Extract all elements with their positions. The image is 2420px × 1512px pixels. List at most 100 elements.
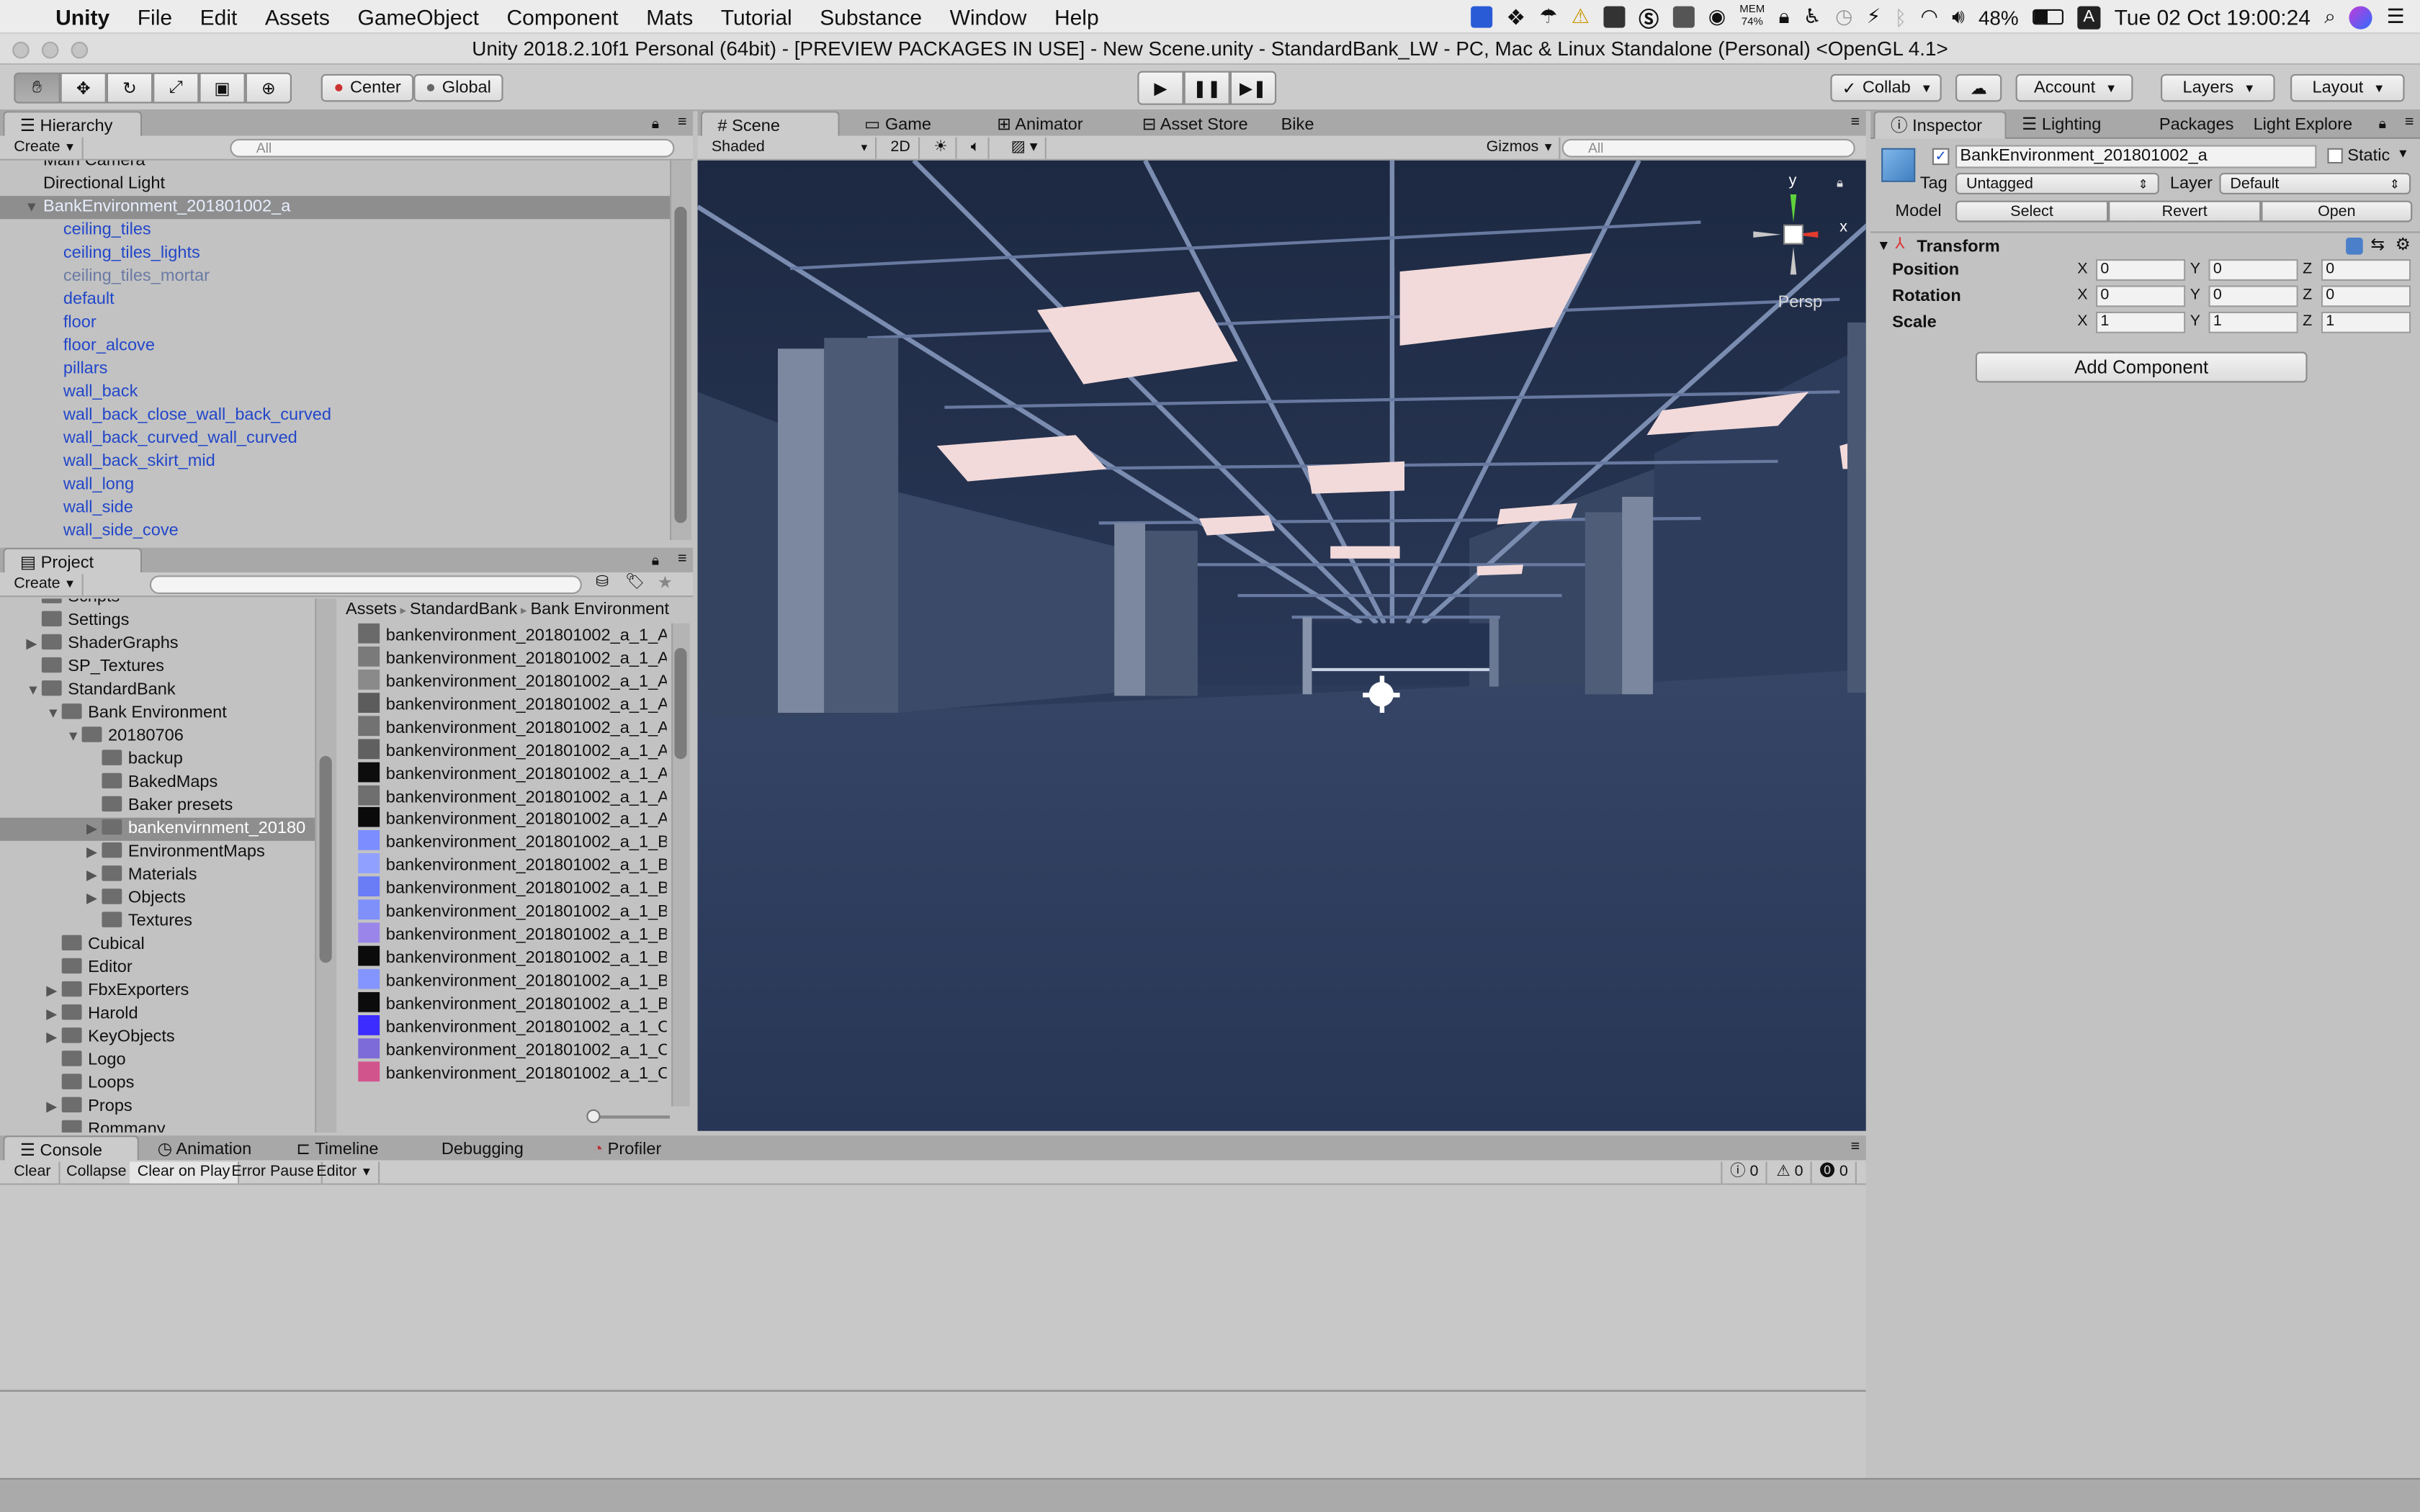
tab-project[interactable]: ▤ Project: [3, 547, 143, 576]
tab-debugging[interactable]: Debugging: [426, 1135, 539, 1164]
layout-button[interactable]: Layout: [2290, 73, 2405, 102]
hierarchy-item[interactable]: Main Camera: [0, 161, 670, 173]
hand-tool-button[interactable]: ✋︎: [14, 72, 60, 104]
bluetooth-icon[interactable]: ᛒ: [1894, 6, 1906, 29]
lock-icon[interactable]: 🔒︎: [1779, 4, 1790, 29]
active-checkbox[interactable]: ✓: [1932, 148, 1950, 166]
breadcrumb-standardbank[interactable]: StandardBank: [410, 600, 517, 619]
menu-help[interactable]: Help: [1041, 4, 1113, 28]
gizmo-lock-icon[interactable]: 🔒︎: [1837, 176, 1843, 191]
clock[interactable]: Tue 02 Oct 19:00:24: [2115, 4, 2311, 29]
audio-toggle-icon[interactable]: 🔈︎: [963, 137, 990, 159]
asset-item[interactable]: bankenvironment_201801002_a_1_A: [358, 784, 667, 808]
tab-hierarchy[interactable]: ☰ Hierarchy: [3, 111, 143, 139]
hierarchy-item[interactable]: wall_back_skirt_mid: [0, 451, 670, 474]
hierarchy-search-input[interactable]: All: [230, 138, 675, 158]
play-button[interactable]: ▶: [1137, 71, 1184, 105]
asset-item[interactable]: bankenvironment_201801002_a_1_A: [358, 646, 667, 670]
cloud-button[interactable]: ☁︎: [1955, 73, 2002, 102]
orientation-gizmo[interactable]: y x 🔒︎: [1747, 173, 1855, 293]
hierarchy-scroll-thumb[interactable]: [674, 207, 687, 523]
timemachine-icon[interactable]: ◷: [1835, 4, 1852, 29]
collab-button[interactable]: ✓ Collab: [1830, 73, 1942, 102]
asset-item[interactable]: bankenvironment_201801002_a_1_B: [358, 991, 667, 1015]
tab-animator[interactable]: ⊞ Animator: [982, 111, 1098, 139]
rect-tool-button[interactable]: ▣: [199, 72, 246, 104]
tab-inspector[interactable]: ⓘ Inspector: [1873, 111, 2007, 139]
project-folder-item[interactable]: Rommany: [0, 1119, 315, 1133]
static-checkbox[interactable]: [2327, 148, 2343, 164]
slider-knob[interactable]: [586, 1109, 601, 1123]
app-status-icon[interactable]: [1603, 6, 1625, 28]
lock-icon[interactable]: 🔒︎: [652, 116, 659, 133]
project-create-button[interactable]: Create: [6, 574, 83, 596]
breadcrumb-bank-environment[interactable]: Bank Environment: [530, 600, 669, 619]
menu-edit[interactable]: Edit: [186, 4, 251, 28]
scene-search-input[interactable]: All: [1561, 138, 1855, 158]
layer-dropdown[interactable]: Default ⇕: [2219, 173, 2411, 194]
favorite-star-icon[interactable]: ★: [658, 572, 673, 593]
transform-scale-x-field[interactable]: 1: [2096, 311, 2186, 333]
warning-icon[interactable]: ⚠: [1572, 4, 1590, 29]
hierarchy-item[interactable]: floor_alcove: [0, 335, 670, 358]
asset-item[interactable]: bankenvironment_201801002_a_1_A: [358, 692, 667, 716]
transform-scale-z-field[interactable]: 1: [2321, 311, 2411, 333]
asset-item[interactable]: bankenvironment_201801002_a_1_A: [358, 807, 667, 831]
asset-item[interactable]: bankenvironment_201801002_a_1_A: [358, 623, 667, 647]
layers-button[interactable]: Layers: [2161, 73, 2275, 102]
project-search-input[interactable]: [149, 575, 582, 594]
asset-item[interactable]: bankenvironment_201801002_a_1_A: [358, 738, 667, 762]
hierarchy-item[interactable]: wall_back_curved_wall_curved: [0, 428, 670, 451]
transform-position-y-field[interactable]: 0: [2208, 259, 2298, 281]
console-log-count[interactable]: ⓘ 0: [1721, 1161, 1768, 1184]
menu-mats[interactable]: Mats: [632, 4, 707, 28]
hierarchy-item[interactable]: default: [0, 289, 670, 312]
battery-icon[interactable]: [2033, 9, 2063, 25]
settings-gear-icon[interactable]: ⚙: [2396, 235, 2411, 255]
asset-item[interactable]: bankenvironment_201801002_a_1_B: [358, 968, 667, 992]
search-type-icon[interactable]: ⛁: [596, 574, 609, 591]
hierarchy-item[interactable]: floor: [0, 312, 670, 335]
menu-component[interactable]: Component: [493, 4, 632, 28]
effects-toggle-icon[interactable]: ▨ ▾: [1003, 137, 1047, 159]
accessibility-icon[interactable]: ♿︎: [1803, 4, 1821, 29]
transform-position-z-field[interactable]: 0: [2321, 259, 2411, 281]
tag-dropdown[interactable]: Untagged ⇕: [1955, 173, 2159, 194]
menu-gameobject[interactable]: GameObject: [344, 4, 493, 28]
input-source-icon[interactable]: A: [2077, 5, 2101, 29]
preset-icon[interactable]: ⇆: [2370, 235, 2385, 255]
tag-icon[interactable]: 🏷︎: [625, 574, 645, 591]
minimize-window-button[interactable]: [41, 41, 59, 59]
tab-game[interactable]: ▭ Game: [849, 111, 947, 139]
model-open-button[interactable]: Open: [2261, 200, 2413, 222]
panel-menu-icon[interactable]: ≡: [1851, 114, 1860, 132]
breadcrumb-assets[interactable]: Assets: [346, 600, 397, 619]
siri-icon[interactable]: [2349, 5, 2373, 29]
project-folder-item[interactable]: Scripts: [0, 598, 315, 609]
asset-item[interactable]: bankenvironment_201801002_a_1_B: [358, 830, 667, 854]
console-log-area[interactable]: [0, 1184, 1866, 1389]
display-icon[interactable]: [1672, 6, 1695, 28]
asset-item[interactable]: bankenvironment_201801002_a_1_B: [358, 853, 667, 877]
tab-profiler[interactable]: ◔ Profiler: [577, 1135, 676, 1164]
panel-menu-icon[interactable]: ≡: [1851, 1138, 1860, 1156]
step-button[interactable]: ▶❚: [1229, 71, 1277, 105]
hierarchy-item[interactable]: wall_side_cove: [0, 520, 670, 540]
hierarchy-scrollbar[interactable]: [670, 160, 691, 541]
console-clear-on-play-button[interactable]: Clear on Play: [130, 1161, 240, 1184]
hierarchy-item[interactable]: ▼ BankEnvironment_201801002_a: [0, 196, 670, 220]
tab-light-explorer[interactable]: Light Explore: [2238, 111, 2367, 139]
console-collapse-button[interactable]: Collapse: [58, 1161, 136, 1184]
console-error-count[interactable]: ⓿ 0: [1812, 1161, 1857, 1184]
transform-scale-y-field[interactable]: 1: [2208, 311, 2298, 333]
pivot-center-button[interactable]: ● Center: [321, 73, 414, 102]
tab-packages[interactable]: Packages: [2143, 111, 2249, 139]
move-tool-button[interactable]: ✥: [60, 72, 107, 104]
model-select-button[interactable]: Select: [1955, 200, 2109, 222]
foldout-arrow-icon[interactable]: ▼: [24, 196, 38, 219]
close-window-button[interactable]: [12, 41, 30, 59]
umbrella-icon[interactable]: ☂: [1539, 4, 1557, 29]
asset-list-scrollbar[interactable]: [671, 623, 690, 1107]
transform-rotation-x-field[interactable]: 0: [2096, 285, 2186, 307]
skype-icon[interactable]: Ⓢ: [1639, 2, 1659, 32]
